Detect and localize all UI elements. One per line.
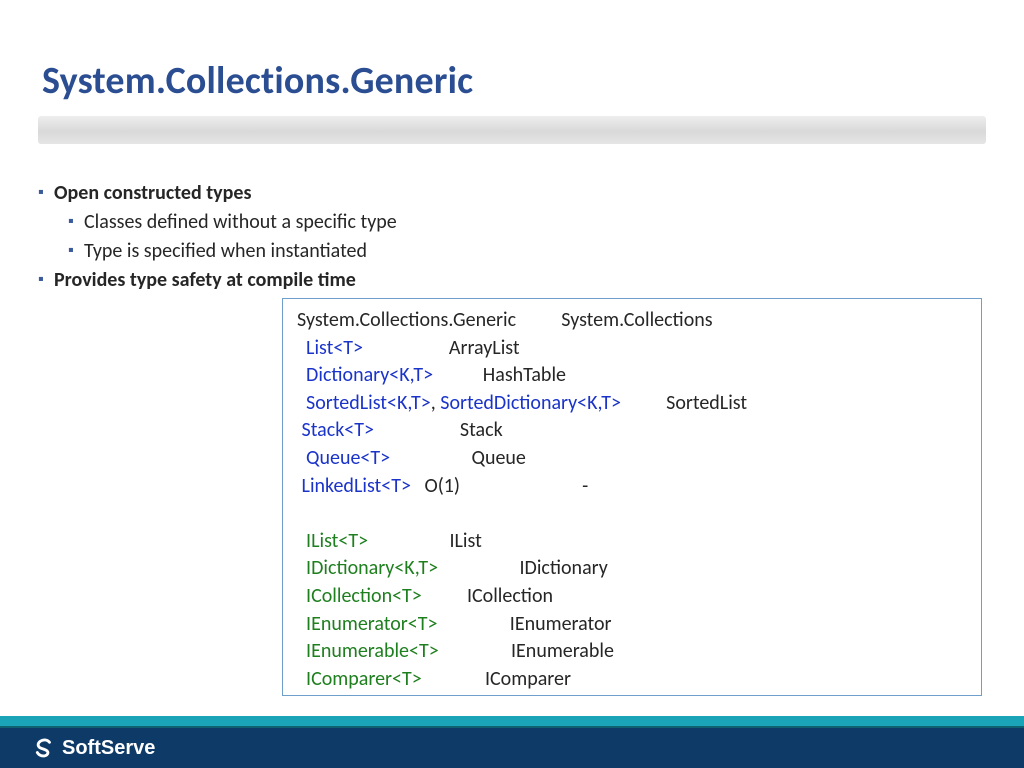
bullet-text: Classes defined without a specific type <box>84 209 397 236</box>
table-row: Stack<T> Stack <box>297 417 967 445</box>
bullet-text: Type is specified when instantiated <box>84 238 367 265</box>
footer-band: SoftServe <box>0 728 1024 768</box>
comparison-table: System.Collections.Generic System.Collec… <box>282 298 982 696</box>
body-content: ▪ Open constructed types ▪ Classes defin… <box>38 178 986 296</box>
bullet-type-safety: ▪ Provides type safety at compile time <box>38 267 986 294</box>
table-header: System.Collections.Generic System.Collec… <box>297 307 967 335</box>
table-row: IList<T> IList <box>297 528 967 556</box>
brand-logo: SoftServe <box>30 735 155 761</box>
table-row: LinkedList<T> O(1) - <box>297 473 967 501</box>
title-underline <box>38 116 986 144</box>
bullet-text: Open constructed types <box>54 180 251 207</box>
brand-name: SoftServe <box>62 737 155 760</box>
bullet-mark-icon: ▪ <box>38 267 54 293</box>
table-row: IComparer<T> IComparer <box>297 666 967 694</box>
table-spacer <box>297 500 967 528</box>
bullet-type-specified: ▪ Type is specified when instantiated <box>68 238 986 265</box>
bullet-mark-icon: ▪ <box>38 180 54 206</box>
footer-accent-strip <box>0 716 1024 728</box>
table-row: IEnumerable<T> IEnumerable <box>297 638 967 666</box>
bullet-mark-icon: ▪ <box>68 209 84 235</box>
bullet-text: Provides type safety at compile time <box>54 267 356 294</box>
table-row: SortedList<K,T>, SortedDictionary<K,T> S… <box>297 390 967 418</box>
table-row: IDictionary<K,T> IDictionary <box>297 555 967 583</box>
footer: SoftServe <box>0 708 1024 768</box>
bullet-open-constructed: ▪ Open constructed types <box>38 180 986 207</box>
table-row: Queue<T> Queue <box>297 445 967 473</box>
table-row: IComparable<T> IComparable <box>297 693 967 696</box>
slide-title: System.Collections.Generic <box>42 58 473 104</box>
bullet-mark-icon: ▪ <box>68 238 84 264</box>
table-row: List<T> ArrayList <box>297 335 967 363</box>
table-row: Dictionary<K,T> HashTable <box>297 362 967 390</box>
table-row: IEnumerator<T> IEnumerator <box>297 611 967 639</box>
bullet-classes-defined: ▪ Classes defined without a specific typ… <box>68 209 986 236</box>
softserve-s-icon <box>30 735 56 761</box>
table-row: ICollection<T> ICollection <box>297 583 967 611</box>
